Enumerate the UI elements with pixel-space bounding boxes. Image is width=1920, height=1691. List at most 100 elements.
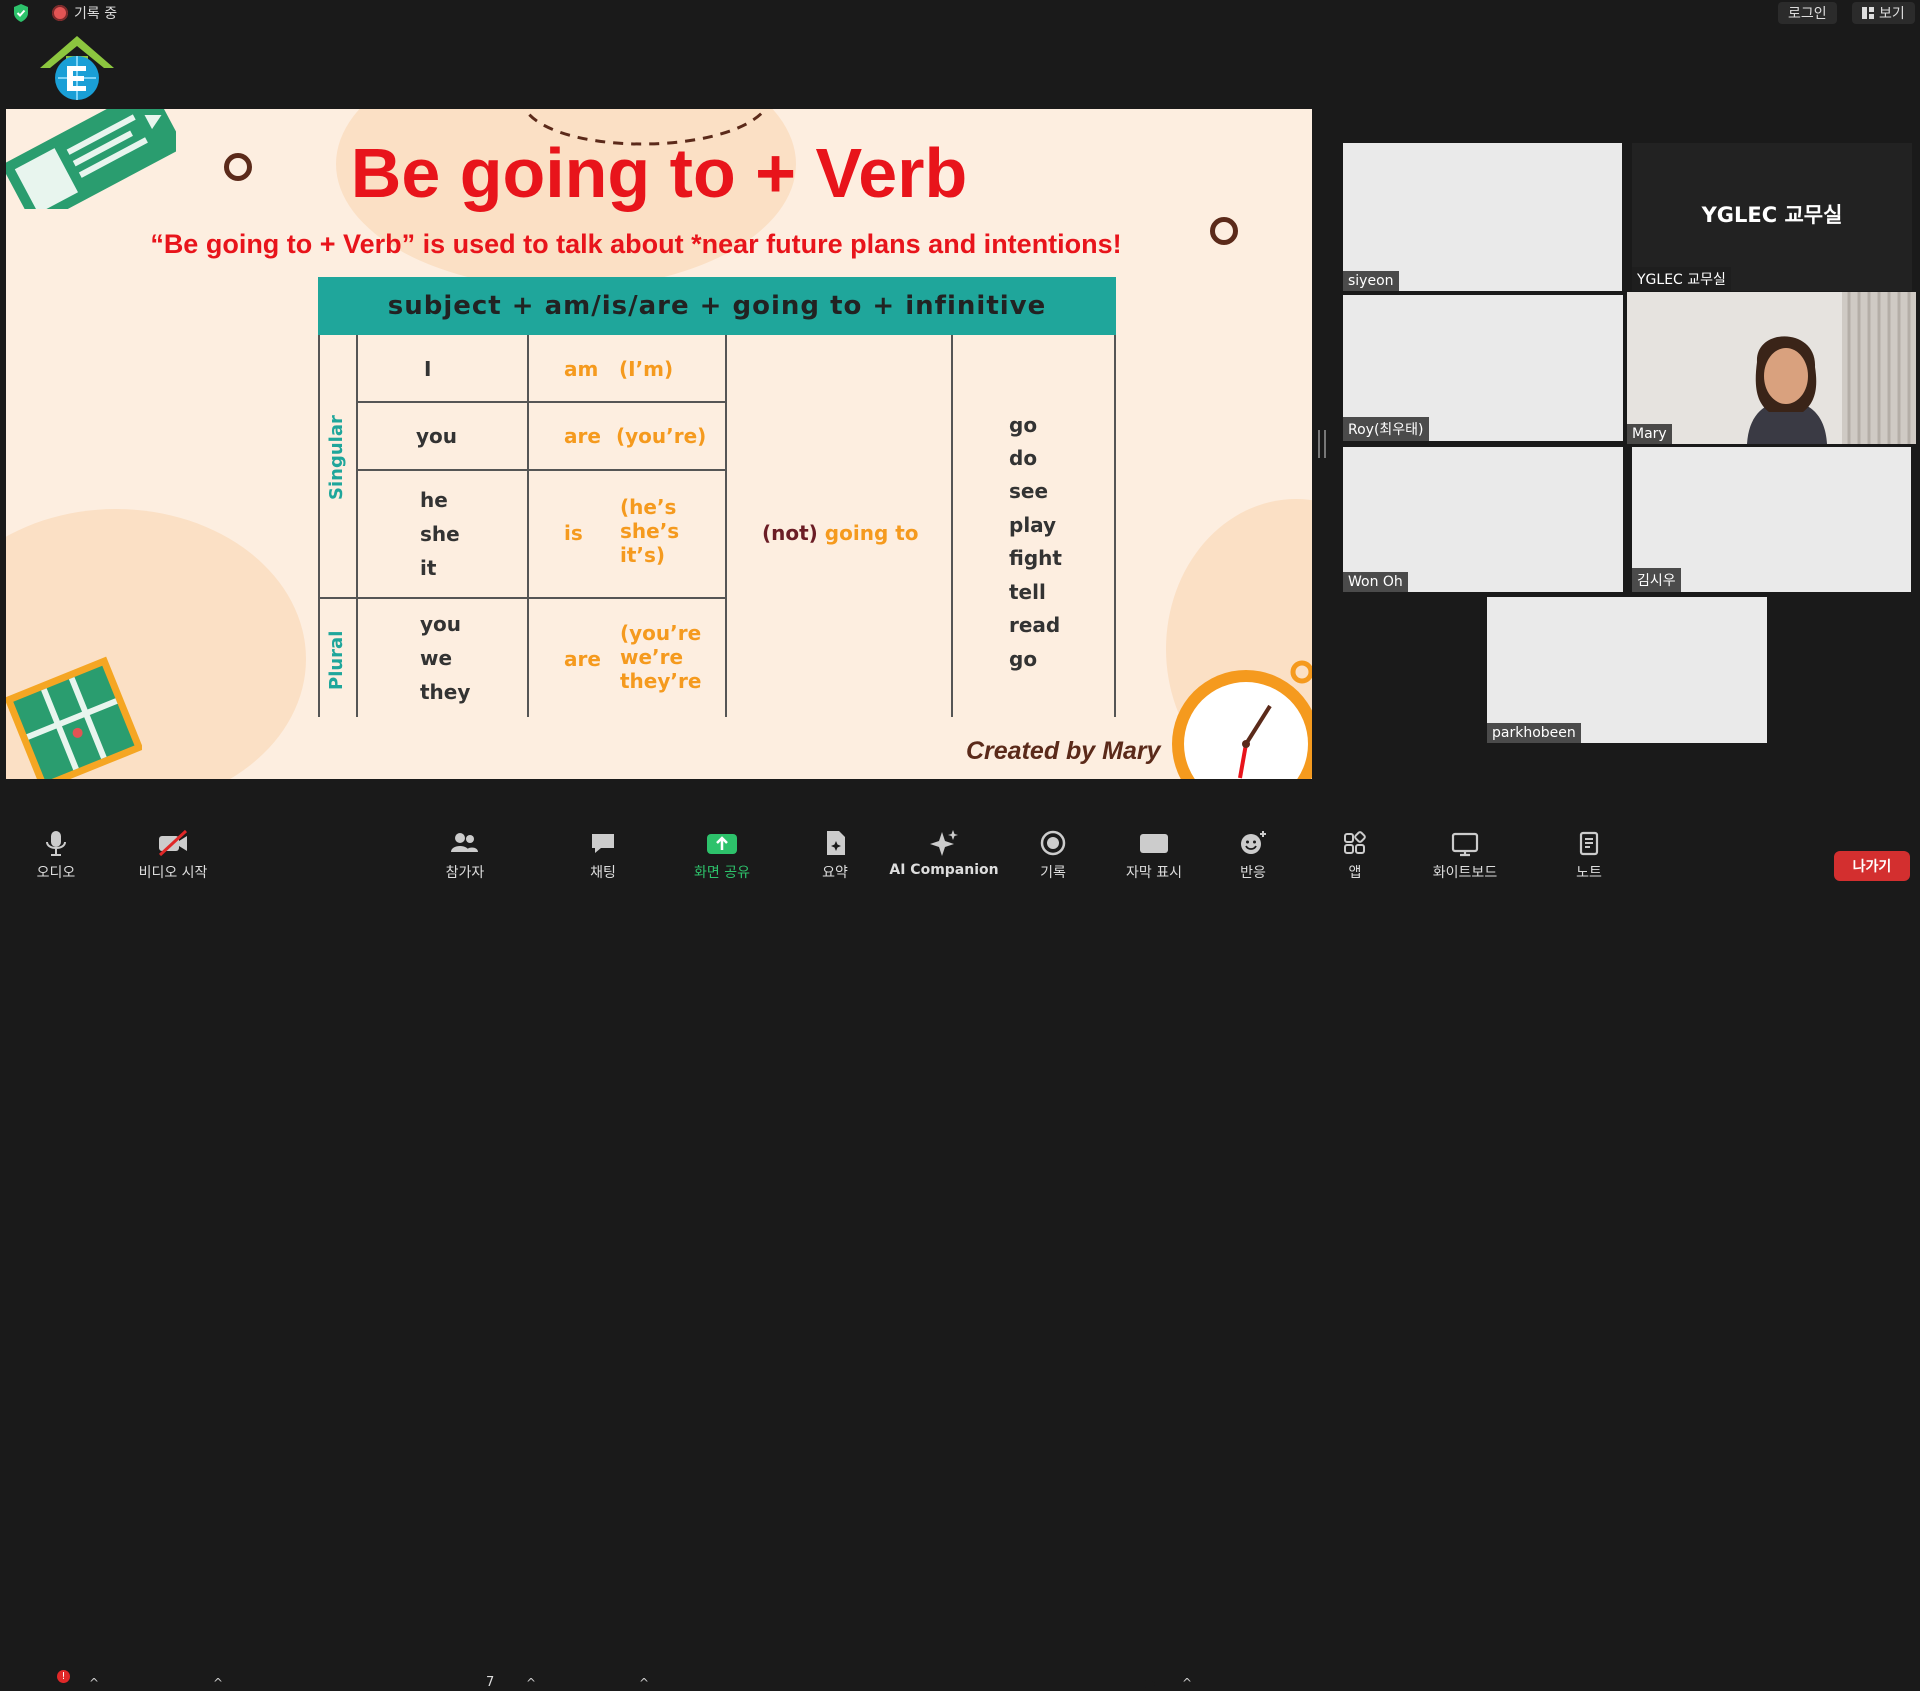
slide-subtitle: “Be going to + Verb” is used to talk abo… <box>150 229 1122 259</box>
participant-tile-active-speaker[interactable]: Mary <box>1627 292 1916 444</box>
participant-tile[interactable]: Roy(최우태) <box>1343 295 1623 441</box>
subject-cell: I <box>424 357 432 381</box>
record-label: 기록 <box>1040 865 1066 881</box>
panel-splitter[interactable] <box>1318 430 1326 458</box>
subject-cell: you <box>416 424 458 448</box>
record-button[interactable]: 기록 <box>1028 828 1078 882</box>
slide-title: Be going to + Verb <box>350 134 968 212</box>
video-label: 비디오 시작 <box>138 865 208 881</box>
captions-label: 자막 표시 <box>1126 865 1182 881</box>
table-divider <box>318 335 320 717</box>
leave-meeting-button[interactable]: 나가기 <box>1834 851 1910 881</box>
participant-name: Mary <box>1627 424 1672 444</box>
ai-companion-button[interactable]: AI Companion <box>889 828 999 878</box>
organization-logo <box>40 36 114 100</box>
be-verb-cell: are <box>564 647 601 671</box>
verb-cell: tell <box>1009 580 1046 604</box>
ai-sparkle-icon <box>930 830 958 856</box>
share-screen-label: 화면 공유 <box>694 865 750 881</box>
view-button[interactable]: 보기 <box>1852 2 1915 24</box>
apps-label: 앱 <box>1348 865 1362 881</box>
verb-cell: go <box>1009 413 1038 437</box>
microphone-icon <box>46 831 66 856</box>
participant-name: 김시우 <box>1632 568 1681 592</box>
notes-icon <box>1579 831 1599 856</box>
table-divider <box>318 597 727 599</box>
chat-options-chevron-icon[interactable]: ^ <box>639 1676 649 1690</box>
be-verb-cell: is <box>564 521 583 545</box>
subject-cell: you we they <box>420 612 471 704</box>
table-divider <box>527 335 529 717</box>
captions-icon-text: CC <box>1143 1678 1160 1691</box>
summary-label: 요약 <box>822 865 848 881</box>
verb-cell: read <box>1009 613 1061 637</box>
login-button[interactable]: 로그인 <box>1778 2 1837 24</box>
audio-options-chevron-icon[interactable]: ^ <box>89 1676 99 1690</box>
map-icon <box>6 656 142 779</box>
participant-name: parkhobeen <box>1487 723 1581 743</box>
recording-indicator[interactable]: 기록 중 <box>52 3 117 23</box>
audio-button[interactable]: 오디오 <box>26 828 86 882</box>
meeting-toolbar: 오디오 ! ^ 비디오 시작 ^ 참가자 7 ^ 채팅 ^ 화면 공유 요약 A… <box>0 828 1920 1691</box>
reactions-button[interactable]: 반응 <box>1228 828 1278 882</box>
going-to-label: going to <box>824 521 919 545</box>
whiteboard-button[interactable]: 화이트보드 <box>1420 828 1510 882</box>
participants-button[interactable]: 참가자 <box>436 828 494 882</box>
closed-captions-icon <box>1140 834 1168 853</box>
verb-cell: play <box>1009 513 1057 537</box>
share-screen-icon <box>707 834 737 854</box>
security-shield-icon[interactable] <box>12 3 30 23</box>
contraction-cell: (I’m) <box>619 357 674 381</box>
chat-icon <box>592 834 614 853</box>
whiteboard-icon <box>1451 832 1479 857</box>
contraction-cell: (he’s she’s it’s) <box>620 495 680 567</box>
not-label: (not) <box>762 521 818 545</box>
plural-label: Plural <box>326 630 347 690</box>
participants-count: 7 <box>486 1675 495 1690</box>
summary-button[interactable]: 요약 <box>810 828 860 882</box>
summary-icon <box>827 831 845 855</box>
be-verb-cell: are <box>564 424 601 448</box>
top-bar: 기록 중 로그인 보기 <box>0 0 1920 26</box>
ai-companion-label: AI Companion <box>889 862 999 878</box>
participant-video <box>1627 292 1916 444</box>
be-verb-cell: am <box>564 357 599 381</box>
video-options-chevron-icon[interactable]: ^ <box>213 1676 223 1690</box>
participant-tile[interactable]: YGLEC 교무실 YGLEC 교무실 <box>1632 143 1912 291</box>
slide-credit: Created by Mary <box>966 737 1161 765</box>
contraction-cell: (you’re) <box>616 424 707 448</box>
grammar-table: subject + am/is/are + going to + infinit… <box>318 277 1116 717</box>
table-divider <box>1114 335 1116 717</box>
chat-button[interactable]: 채팅 <box>578 828 628 882</box>
apps-icon <box>1344 831 1366 854</box>
audio-label: 오디오 <box>36 865 76 881</box>
chat-label: 채팅 <box>590 865 616 881</box>
captions-options-chevron-icon[interactable]: ^ <box>1182 1676 1192 1690</box>
reactions-label: 반응 <box>1240 865 1266 881</box>
video-button[interactable]: 비디오 시작 <box>128 828 218 882</box>
participant-name: Roy(최우태) <box>1343 417 1429 441</box>
participant-tile[interactable]: Won Oh <box>1343 447 1623 592</box>
participant-name: siyeon <box>1343 271 1399 291</box>
captions-button[interactable]: 자막 표시 <box>1114 828 1194 882</box>
audio-warning-badge: ! <box>57 1670 70 1683</box>
table-divider <box>356 469 727 471</box>
share-screen-button[interactable]: 화면 공유 <box>682 828 762 882</box>
table-divider <box>356 335 358 717</box>
participant-name: YGLEC 교무실 <box>1632 267 1731 291</box>
table-divider <box>725 335 727 717</box>
table-divider <box>356 401 727 403</box>
notes-button[interactable]: 노트 <box>1564 828 1614 882</box>
singular-label: Singular <box>326 415 347 500</box>
verb-cell: do <box>1009 446 1038 470</box>
grammar-table-header: subject + am/is/are + going to + infinit… <box>318 277 1116 335</box>
participant-tile[interactable]: 김시우 <box>1632 447 1911 592</box>
reactions-emoji-icon <box>1241 831 1266 854</box>
participant-tile[interactable]: siyeon <box>1343 143 1622 291</box>
participant-name: Won Oh <box>1343 572 1408 592</box>
apps-button[interactable]: 앱 <box>1330 828 1380 882</box>
participants-options-chevron-icon[interactable]: ^ <box>526 1676 536 1690</box>
record-icon <box>1040 830 1066 856</box>
subject-cell: he she it <box>420 488 460 580</box>
participant-tile[interactable]: parkhobeen <box>1487 597 1767 743</box>
